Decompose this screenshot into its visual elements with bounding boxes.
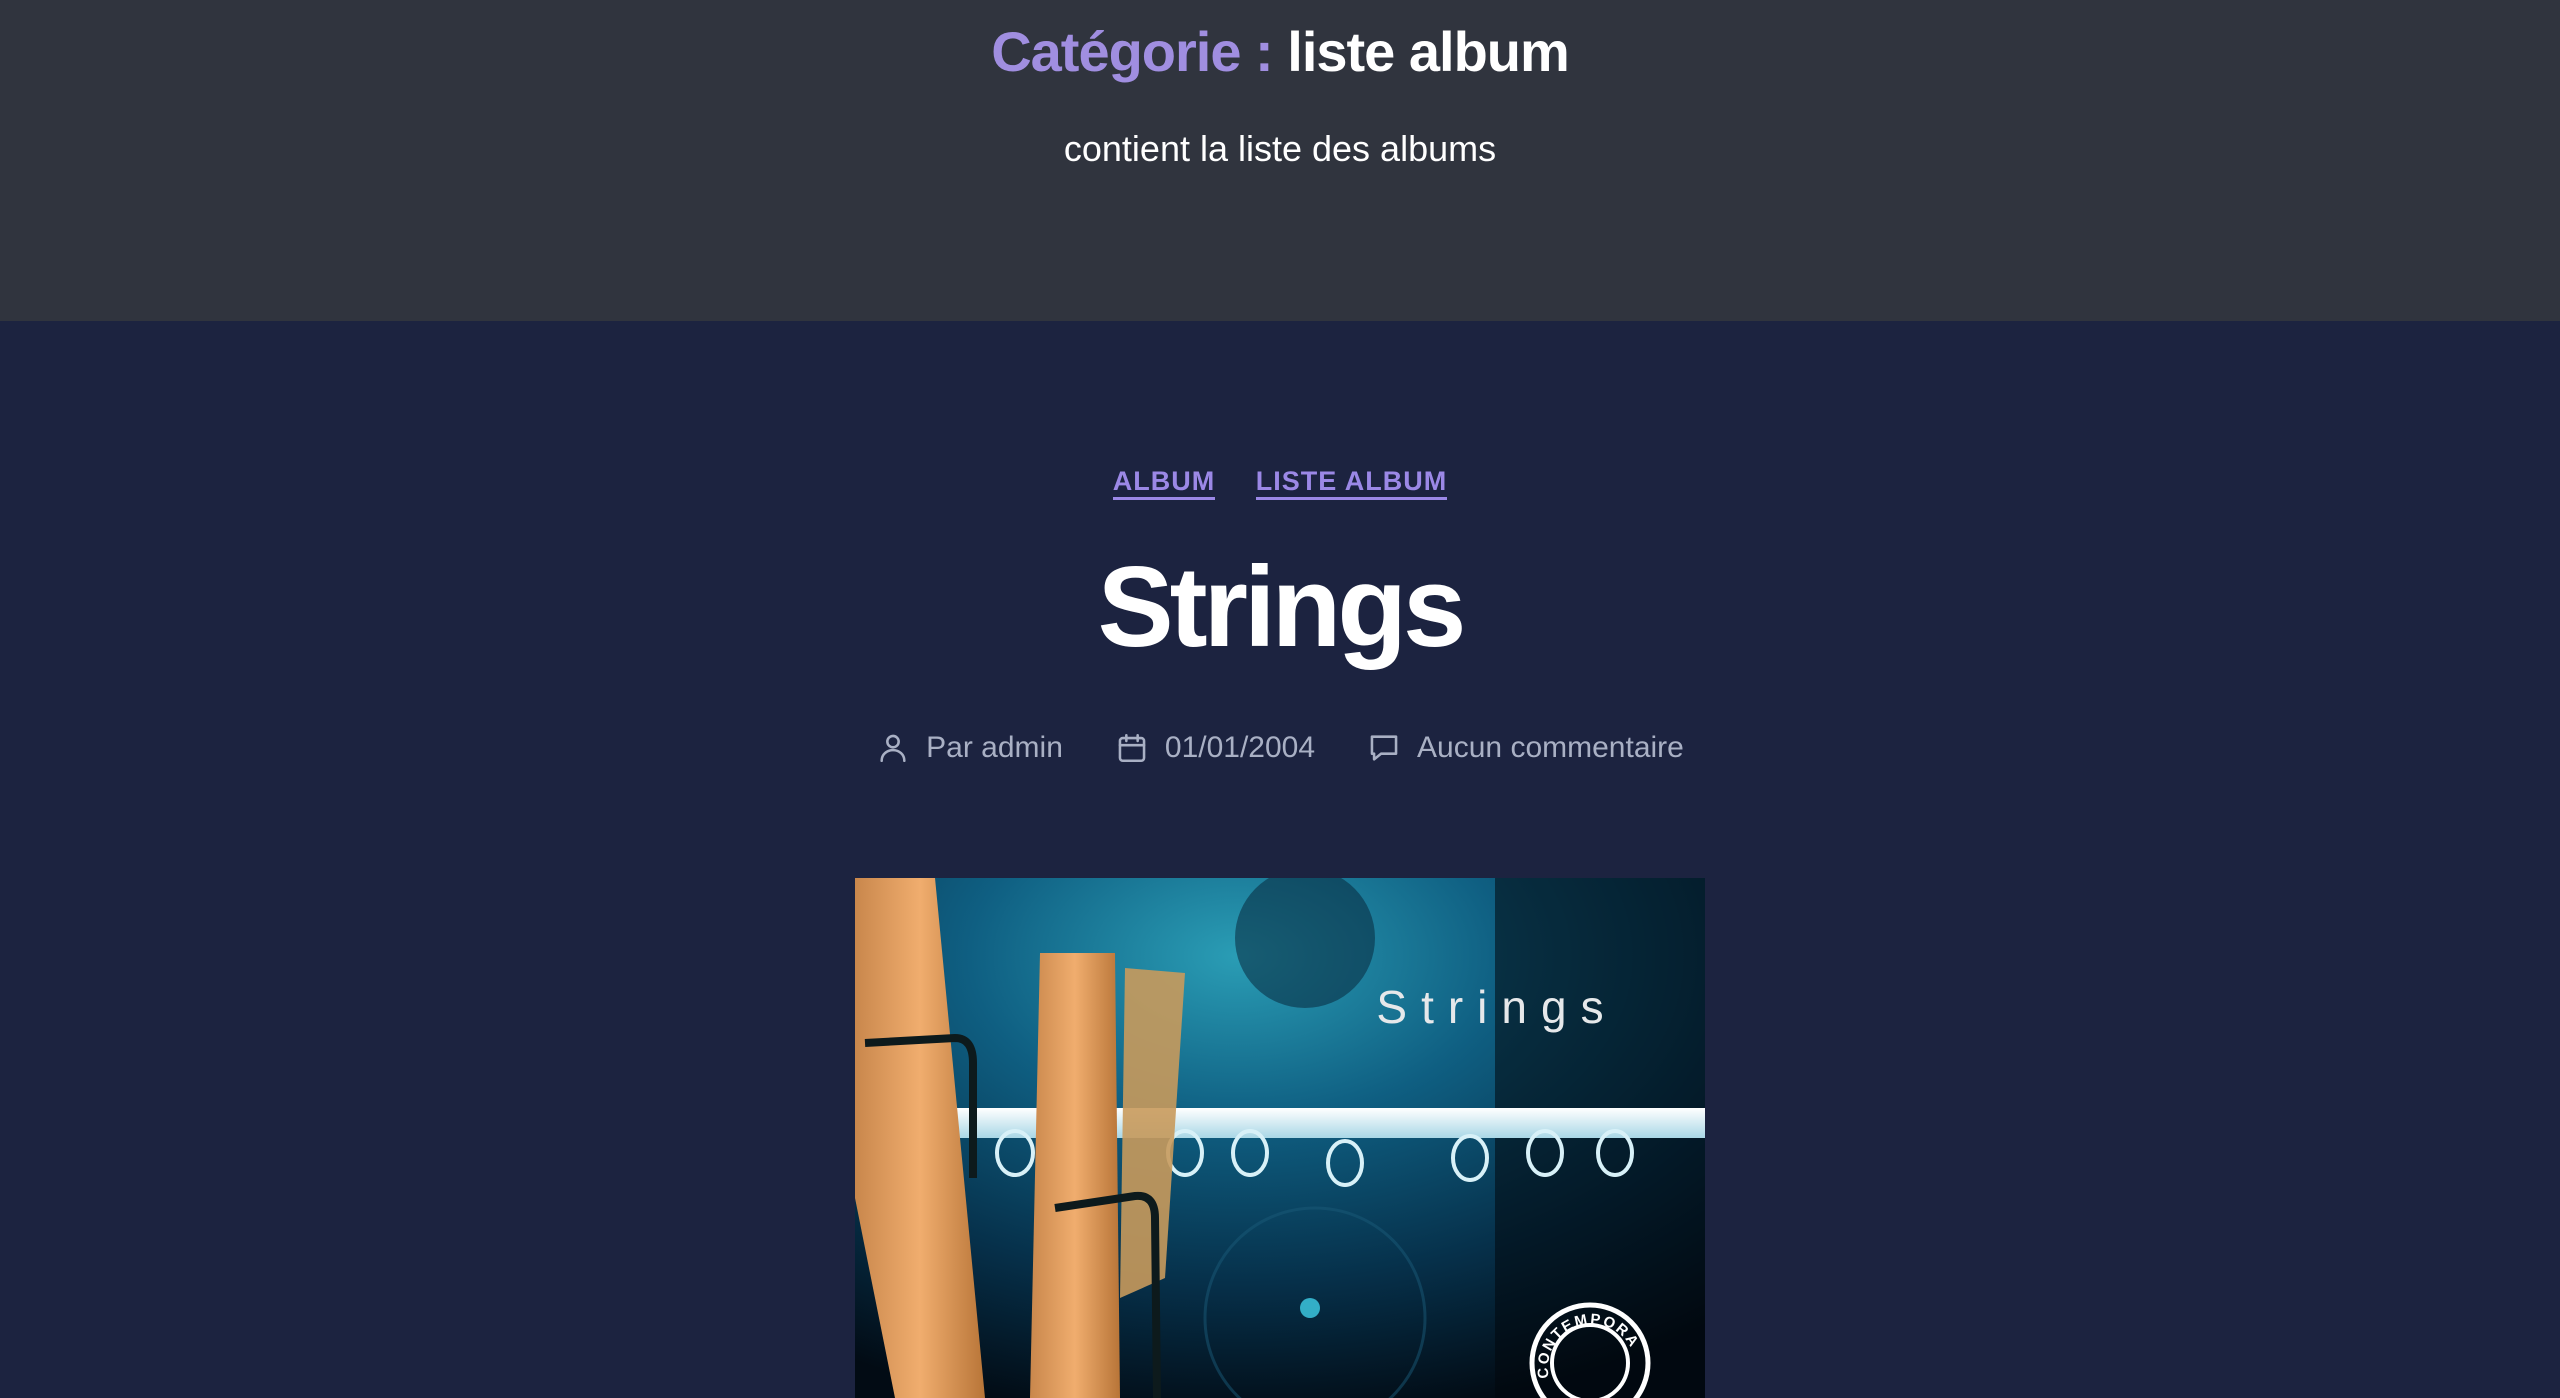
meta-author: Par admin — [876, 728, 1063, 768]
album-cover-image[interactable]: Strings CONTEMPORARY — [855, 878, 1705, 1398]
date-link[interactable]: 01/01/2004 — [1165, 728, 1315, 768]
calendar-icon — [1115, 731, 1149, 765]
cover-title-text: Strings — [1376, 981, 1617, 1033]
author-link[interactable]: Par admin — [926, 728, 1063, 768]
archive-title-prefix: Catégorie : — [991, 20, 1273, 83]
archive-description: contient la liste des albums — [1063, 128, 1497, 169]
user-icon — [876, 731, 910, 765]
archive-header: Catégorie : liste album contient la list… — [0, 0, 2560, 321]
category-link-album[interactable]: ALBUM — [1112, 466, 1216, 500]
archive-title: Catégorie : liste album — [0, 14, 2560, 90]
meta-comments: Aucun commentaire — [1367, 728, 1684, 768]
post-article: ALBUM LISTE ALBUM Strings Par admin 01/0… — [0, 321, 2560, 1398]
post-meta: Par admin 01/01/2004 Aucun commentaire — [0, 728, 2560, 768]
comments-link[interactable]: Aucun commentaire — [1417, 728, 1684, 768]
archive-title-term: liste album — [1287, 20, 1570, 83]
category-link-liste-album[interactable]: LISTE ALBUM — [1255, 466, 1448, 500]
cover-badge-text: CONTEMPORARY — [855, 878, 1643, 1379]
meta-date: 01/01/2004 — [1115, 728, 1315, 768]
comment-bubble-icon — [1367, 731, 1401, 765]
category-links: ALBUM LISTE ALBUM — [0, 463, 2560, 500]
post-title[interactable]: Strings — [0, 543, 2560, 673]
